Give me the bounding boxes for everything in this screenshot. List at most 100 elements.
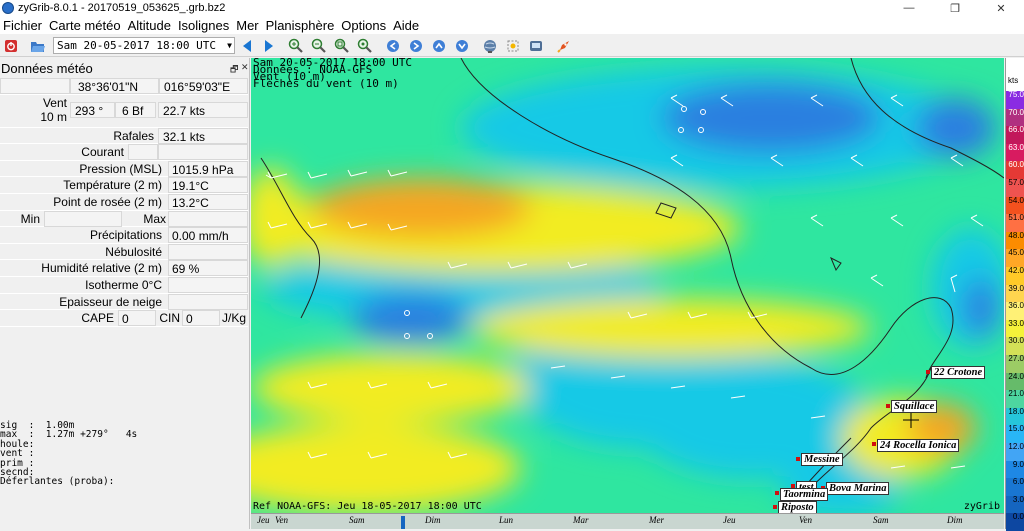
minimize-button[interactable]: — bbox=[886, 0, 932, 16]
reference-bar: Ref NOAA-GFS: Jeu 18-05-2017 18:00 UTC z… bbox=[251, 501, 1004, 513]
humidity-row: Humidité relative (2 m) 69 % bbox=[0, 260, 248, 277]
min-value bbox=[44, 210, 122, 227]
cloud-value bbox=[168, 243, 248, 260]
current-value-b bbox=[158, 144, 248, 161]
isotherm-label: Isotherme 0°C bbox=[85, 277, 162, 292]
close-panel-button[interactable]: ✕ bbox=[241, 62, 249, 73]
longitude-value: 016°59'03"E bbox=[159, 78, 248, 94]
timeline-day: Jeu bbox=[257, 515, 270, 525]
scale-step: 21.0 bbox=[1006, 390, 1024, 408]
coord-spacer bbox=[0, 78, 70, 94]
wind-beaufort: 6 Bf bbox=[115, 101, 156, 118]
pan-left-icon[interactable] bbox=[385, 38, 401, 54]
pressure-label: Pression (MSL) bbox=[79, 161, 162, 176]
temperature-label: Température (2 m) bbox=[63, 178, 162, 193]
gust-row: Rafales 32.1 kts bbox=[0, 127, 248, 145]
city-label-messine[interactable]: Messine bbox=[801, 453, 843, 466]
cloud-row: Nébulosité bbox=[0, 243, 248, 261]
power-icon[interactable] bbox=[3, 38, 19, 54]
weather-data-panel: Données météo 🗗 ✕ 38°36'01"N 016°59'03"E… bbox=[0, 58, 250, 529]
rocket-icon[interactable] bbox=[556, 38, 572, 54]
isotherm-row: Isotherme 0°C bbox=[0, 276, 248, 294]
zoom-area-icon[interactable] bbox=[334, 38, 350, 54]
pan-down-icon[interactable] bbox=[454, 38, 470, 54]
scale-step: 63.0 bbox=[1006, 143, 1024, 162]
pan-right-icon[interactable] bbox=[408, 38, 424, 54]
float-panel-button[interactable]: 🗗 bbox=[230, 62, 238, 78]
menu-aide[interactable]: Aide bbox=[390, 18, 423, 33]
current-value-a bbox=[128, 144, 158, 161]
gauge-icon[interactable] bbox=[528, 38, 544, 54]
arrow-left-icon[interactable] bbox=[239, 38, 255, 54]
close-button[interactable]: ✕ bbox=[978, 0, 1024, 16]
scale-step: 48.0 bbox=[1006, 231, 1024, 250]
temperature-row: Température (2 m) 19.1°C bbox=[0, 177, 248, 194]
time-slider[interactable]: Jeu Ven Sam Dim Lun Mar Mer Jeu Ven Sam … bbox=[251, 513, 1004, 529]
timeline-day: Sam bbox=[349, 515, 365, 525]
dewpoint-row: Point de rosée (2 m) 13.2°C bbox=[0, 193, 248, 211]
wind-color-scale: kts 75.0 70.0 66.0 63.0 60.0 57.0 54.0 51.0 48.0… bbox=[1005, 58, 1024, 531]
menu-carte-meteo[interactable]: Carte météo bbox=[46, 18, 125, 33]
selection-icon[interactable] bbox=[505, 38, 521, 54]
city-marker bbox=[796, 457, 800, 461]
city-marker bbox=[926, 370, 930, 374]
wind-height-label: 10 m bbox=[40, 109, 67, 124]
gust-value: 32.1 kts bbox=[158, 127, 248, 144]
menu-altitude[interactable]: Altitude bbox=[125, 18, 175, 33]
max-value bbox=[168, 210, 248, 227]
snow-label: Epaisseur de neige bbox=[59, 294, 162, 309]
city-marker bbox=[872, 442, 876, 446]
wind-speed: 22.7 kts bbox=[158, 101, 248, 118]
arrow-right-icon[interactable] bbox=[261, 38, 277, 54]
title-bar: zyGrib-8.0.1 - 20170519_053625_.grb.bz2 … bbox=[0, 0, 1024, 16]
app-icon bbox=[2, 2, 14, 14]
latitude-value: 38°36'01"N bbox=[70, 78, 159, 94]
maximize-button[interactable]: ❐ bbox=[932, 0, 978, 16]
city-label-bova-marina[interactable]: Bova Marina bbox=[826, 482, 890, 495]
menu-fichier[interactable]: Fichier bbox=[0, 18, 46, 33]
city-label-taormina[interactable]: Taormina bbox=[780, 488, 829, 501]
map-arrows-label: Flèches du vent (10 m) bbox=[253, 77, 399, 90]
weather-map[interactable]: Sam 20-05-2017 18:00 UTC Données : NOAA-… bbox=[251, 58, 1004, 514]
globe-icon[interactable] bbox=[482, 38, 498, 54]
scale-step: 9.0 bbox=[1006, 460, 1024, 479]
timeline-day: Ven bbox=[275, 515, 288, 525]
reference-date: Ref NOAA-GFS: Jeu 18-05-2017 18:00 UTC bbox=[253, 501, 482, 512]
zoom-fit-icon[interactable] bbox=[357, 38, 373, 54]
timeline-day: Mer bbox=[649, 515, 664, 525]
weather-data-grid: 38°36'01"N 016°59'03"E Vent 10 m 293 ° 6… bbox=[0, 78, 248, 327]
pan-up-icon[interactable] bbox=[431, 38, 447, 54]
open-file-icon[interactable] bbox=[30, 38, 46, 54]
city-label-squillace[interactable]: Squillace bbox=[891, 400, 938, 413]
date-select[interactable]: Sam 20-05-2017 18:00 UTC ▼ bbox=[53, 37, 235, 54]
scale-step: 36.0 bbox=[1006, 302, 1024, 320]
menu-isolignes[interactable]: Isolignes bbox=[175, 18, 233, 33]
timeline-cursor[interactable] bbox=[401, 516, 405, 529]
scale-step: 54.0 bbox=[1006, 196, 1024, 215]
panel-title: Données météo bbox=[1, 60, 93, 76]
scale-step: 60.0 bbox=[1006, 161, 1024, 179]
timeline-day: Dim bbox=[425, 515, 441, 525]
zoom-in-icon[interactable] bbox=[288, 38, 304, 54]
wave-info-text: sig : 1.00m max : 1.27m +279° 4s houle: … bbox=[0, 420, 138, 488]
city-label-rocella[interactable]: 24 Rocella Ionica bbox=[877, 439, 960, 452]
scale-step: 75.0 bbox=[1006, 91, 1024, 109]
wind-row: Vent 10 m 293 ° 6 Bf 22.7 kts bbox=[0, 95, 248, 128]
current-label: Courant bbox=[81, 145, 124, 160]
dewpoint-value: 13.2°C bbox=[168, 193, 248, 210]
scale-step: 27.0 bbox=[1006, 355, 1024, 373]
isotherm-value bbox=[168, 276, 248, 293]
panel-header: Données météo 🗗 ✕ bbox=[0, 58, 250, 78]
scale-step: 70.0 bbox=[1006, 108, 1024, 127]
scale-unit: kts bbox=[1008, 76, 1019, 85]
cin-value: 0 bbox=[182, 310, 220, 327]
menu-mer[interactable]: Mer bbox=[233, 18, 262, 33]
scale-step: 45.0 bbox=[1006, 249, 1024, 267]
pressure-value: 1015.9 hPa bbox=[168, 160, 248, 177]
timeline-day: Dim bbox=[947, 515, 963, 525]
menu-planisphere[interactable]: Planisphère bbox=[263, 18, 339, 33]
zoom-out-icon[interactable] bbox=[311, 38, 327, 54]
menu-options[interactable]: Options bbox=[338, 18, 390, 33]
coord-row: 38°36'01"N 016°59'03"E bbox=[0, 78, 248, 95]
city-label-crotone[interactable]: 22 Crotone bbox=[931, 366, 986, 379]
